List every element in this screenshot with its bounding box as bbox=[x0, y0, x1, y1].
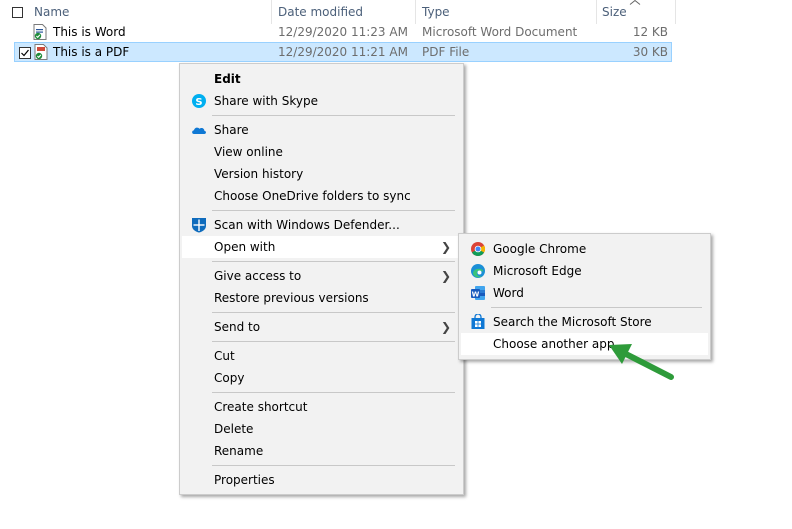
menu-item-label: Share with Skype bbox=[214, 94, 318, 108]
menu-item-share[interactable]: Share bbox=[182, 119, 461, 141]
menu-item-create-shortcut[interactable]: Create shortcut bbox=[182, 396, 461, 418]
file-name: This is Word bbox=[53, 25, 126, 39]
column-header-date[interactable]: Date modified bbox=[278, 5, 363, 19]
menu-item-scan-defender[interactable]: Scan with Windows Defender... bbox=[182, 214, 461, 236]
word-app-icon: W bbox=[471, 286, 485, 300]
menu-item-send-to[interactable]: Send to ❯ bbox=[182, 316, 461, 338]
menu-item-share-skype[interactable]: S Share with Skype bbox=[182, 90, 461, 112]
menu-item-label: Give access to bbox=[214, 269, 302, 283]
open-with-google-chrome[interactable]: Google Chrome bbox=[461, 238, 708, 260]
menu-item-label: Copy bbox=[214, 371, 245, 385]
menu-item-edit[interactable]: Edit bbox=[182, 68, 461, 90]
menu-item-view-online[interactable]: View online bbox=[182, 141, 461, 163]
file-date: 12/29/2020 11:21 AM bbox=[278, 45, 408, 59]
edge-icon bbox=[471, 264, 485, 278]
file-row-word[interactable]: This is Word 12/29/2020 11:23 AM Microso… bbox=[14, 22, 672, 42]
menu-item-label: Edit bbox=[214, 72, 241, 86]
column-divider[interactable] bbox=[271, 0, 272, 24]
menu-item-label: Cut bbox=[214, 349, 235, 363]
menu-separator bbox=[212, 261, 455, 262]
menu-item-restore-versions[interactable]: Restore previous versions bbox=[182, 287, 461, 309]
menu-item-give-access[interactable]: Give access to ❯ bbox=[182, 265, 461, 287]
column-divider[interactable] bbox=[675, 0, 676, 24]
sort-up-chevron-icon bbox=[629, 0, 641, 5]
file-size: 30 KB bbox=[632, 45, 668, 59]
column-header-name[interactable]: Name bbox=[34, 5, 69, 19]
menu-item-label: Properties bbox=[214, 473, 275, 487]
column-divider[interactable] bbox=[596, 0, 597, 24]
menu-item-choose-onedrive-folders[interactable]: Choose OneDrive folders to sync bbox=[182, 185, 461, 207]
context-menu: Edit S Share with Skype Share View onlin… bbox=[179, 63, 464, 495]
menu-item-label: Delete bbox=[214, 422, 254, 436]
open-with-word[interactable]: W Word bbox=[461, 282, 708, 304]
file-name: This is a PDF bbox=[53, 45, 130, 59]
submenu-arrow-icon: ❯ bbox=[440, 269, 451, 283]
menu-separator bbox=[212, 312, 455, 313]
menu-item-label: Scan with Windows Defender... bbox=[214, 218, 400, 232]
open-with-search-store[interactable]: Search the Microsoft Store bbox=[461, 311, 708, 333]
svg-text:W: W bbox=[472, 290, 480, 298]
menu-separator bbox=[212, 341, 455, 342]
menu-item-properties[interactable]: Properties bbox=[182, 469, 461, 491]
menu-separator bbox=[212, 115, 455, 116]
submenu-arrow-icon: ❯ bbox=[440, 320, 451, 334]
skype-icon: S bbox=[192, 94, 206, 108]
open-with-microsoft-edge[interactable]: Microsoft Edge bbox=[461, 260, 708, 282]
chrome-icon bbox=[471, 242, 485, 256]
menu-item-rename[interactable]: Rename bbox=[182, 440, 461, 462]
svg-text:S: S bbox=[195, 97, 202, 108]
menu-item-label: Open with bbox=[214, 240, 276, 254]
windows-defender-icon bbox=[192, 218, 206, 233]
menu-item-label: Search the Microsoft Store bbox=[493, 315, 652, 329]
file-type: Microsoft Word Document bbox=[422, 25, 578, 39]
menu-item-label: Choose OneDrive folders to sync bbox=[214, 189, 411, 203]
column-divider[interactable] bbox=[415, 0, 416, 24]
menu-item-open-with[interactable]: Open with ❯ bbox=[182, 236, 461, 258]
menu-item-delete[interactable]: Delete bbox=[182, 418, 461, 440]
menu-item-label: Create shortcut bbox=[214, 400, 308, 414]
file-date: 12/29/2020 11:23 AM bbox=[278, 25, 408, 39]
menu-item-label: Choose another app bbox=[493, 337, 615, 351]
menu-item-copy[interactable]: Copy bbox=[182, 367, 461, 389]
menu-separator bbox=[212, 210, 455, 211]
file-type: PDF File bbox=[422, 45, 470, 59]
menu-item-cut[interactable]: Cut bbox=[182, 345, 461, 367]
file-row-pdf[interactable]: This is a PDF 12/29/2020 11:21 AM PDF Fi… bbox=[14, 42, 672, 62]
menu-item-label: Microsoft Edge bbox=[493, 264, 582, 278]
submenu-arrow-icon: ❯ bbox=[440, 240, 451, 254]
checkmark-icon bbox=[21, 49, 29, 57]
onedrive-cloud-icon bbox=[192, 127, 206, 134]
menu-separator bbox=[212, 392, 455, 393]
microsoft-store-icon bbox=[471, 314, 485, 329]
menu-item-label: Send to bbox=[214, 320, 261, 334]
menu-separator bbox=[491, 307, 702, 308]
word-document-icon bbox=[33, 24, 47, 40]
row-checkbox[interactable] bbox=[19, 47, 31, 59]
select-all-checkbox[interactable] bbox=[12, 7, 23, 18]
menu-item-label: Word bbox=[493, 286, 524, 300]
menu-item-label: Share bbox=[214, 123, 249, 137]
column-header-size[interactable]: Size bbox=[602, 5, 627, 19]
menu-separator bbox=[212, 465, 455, 466]
menu-item-label: Restore previous versions bbox=[214, 291, 369, 305]
menu-item-label: Rename bbox=[214, 444, 264, 458]
menu-item-version-history[interactable]: Version history bbox=[182, 163, 461, 185]
menu-item-label: Version history bbox=[214, 167, 304, 181]
menu-item-label: Google Chrome bbox=[493, 242, 587, 256]
column-header-type[interactable]: Type bbox=[422, 5, 450, 19]
menu-item-label: View online bbox=[214, 145, 283, 159]
pdf-file-icon bbox=[34, 44, 48, 60]
annotation-arrow-icon bbox=[609, 344, 674, 380]
file-size: 12 KB bbox=[632, 25, 668, 39]
